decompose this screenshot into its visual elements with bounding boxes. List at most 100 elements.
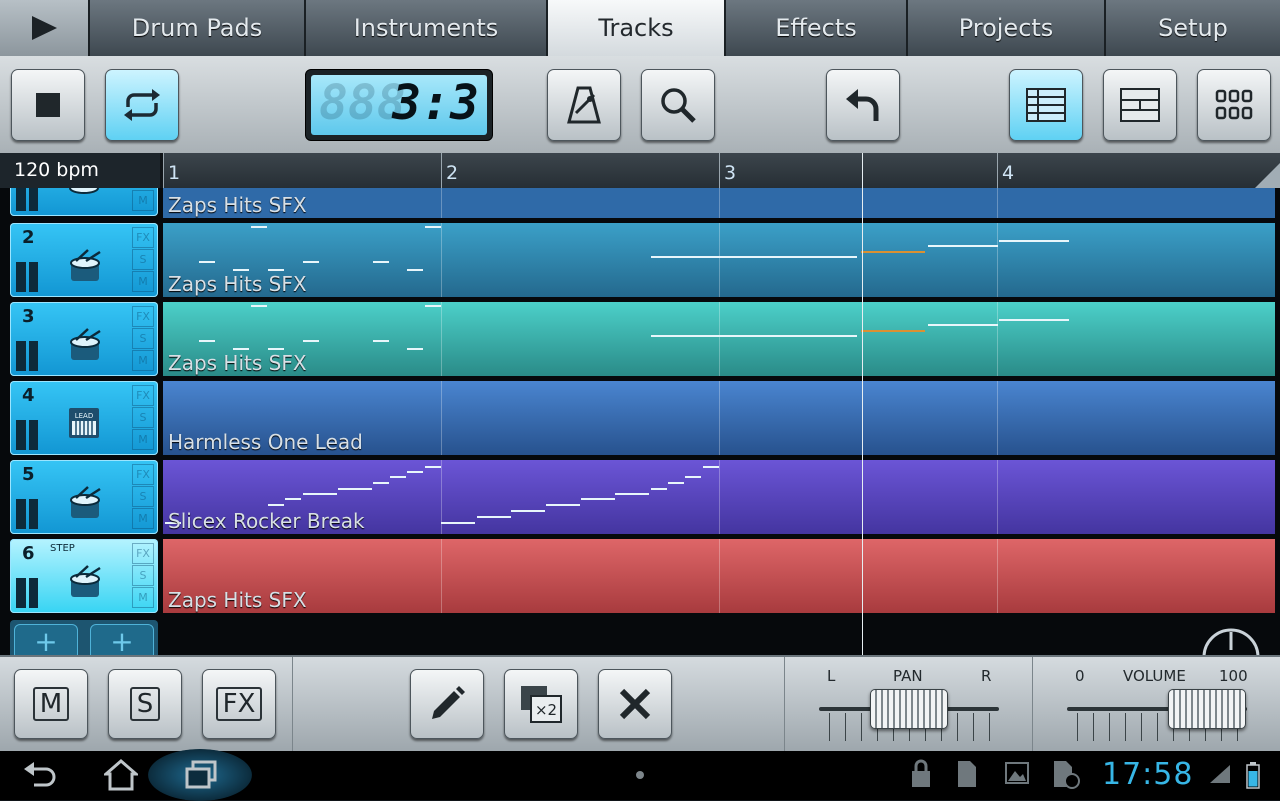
- track-clip[interactable]: Zaps Hits SFX: [163, 539, 1275, 613]
- tab-drum-pads[interactable]: Drum Pads: [90, 0, 306, 56]
- track-header[interactable]: 5 FX S M: [10, 460, 158, 534]
- tab-tracks[interactable]: Tracks: [548, 0, 726, 56]
- track-clip[interactable]: Zaps Hits SFX: [163, 188, 1275, 218]
- pan-left-label: L: [827, 667, 836, 685]
- volume-title: VOLUME: [1123, 667, 1186, 685]
- fx-flag[interactable]: FX: [132, 306, 154, 327]
- undo-button[interactable]: [826, 69, 900, 141]
- bar-line: [441, 153, 442, 190]
- loop-button[interactable]: [105, 69, 179, 141]
- split-view-icon: [1120, 88, 1160, 122]
- scroll-knob-icon[interactable]: [1200, 626, 1262, 655]
- mute-button[interactable]: M: [14, 669, 88, 739]
- stop-button[interactable]: [11, 69, 85, 141]
- fx-flag[interactable]: FX: [132, 464, 154, 485]
- system-nav-bar: 17:58: [0, 749, 1280, 801]
- tab-effects[interactable]: Effects: [726, 0, 908, 56]
- zoom-button[interactable]: [641, 69, 715, 141]
- fx-button[interactable]: FX: [202, 669, 276, 739]
- view-playlist-button[interactable]: [1009, 69, 1083, 141]
- volume-max-label: 100: [1219, 667, 1248, 685]
- clip-name: Harmless One Lead: [168, 430, 363, 454]
- fx-flag[interactable]: FX: [132, 385, 154, 406]
- drum-icon: [69, 188, 99, 194]
- mute-flag[interactable]: M: [132, 508, 154, 529]
- track-number: 5: [22, 464, 35, 485]
- add-track-row: + +: [10, 620, 158, 655]
- solo-flag[interactable]: S: [132, 565, 154, 586]
- add-pattern-button[interactable]: +: [90, 624, 154, 655]
- pan-slider-knob[interactable]: [870, 689, 948, 729]
- recent-apps-icon[interactable]: [184, 759, 218, 791]
- lead-icon-label: LEAD: [75, 412, 94, 420]
- add-track-button[interactable]: +: [14, 624, 78, 655]
- metronome-icon: [567, 86, 601, 124]
- sd-card-icon: [958, 761, 976, 787]
- track-header[interactable]: 6 STEP FX S M: [10, 539, 158, 613]
- mixer-flag[interactable]: M: [132, 190, 154, 211]
- fx-flag[interactable]: FX: [132, 227, 154, 248]
- home-icon[interactable]: [104, 759, 138, 791]
- menu-dot[interactable]: [636, 771, 644, 779]
- track-number: 3: [22, 306, 35, 327]
- view-grid-button[interactable]: [1197, 69, 1271, 141]
- level-meter: [16, 188, 38, 211]
- timeline-ruler[interactable]: 1 2 3 4: [163, 153, 1280, 190]
- undo-icon: [846, 89, 879, 121]
- track-header[interactable]: 3 FX S M: [10, 302, 158, 376]
- pan-right-label: R: [981, 667, 992, 685]
- pan-title: PAN: [893, 667, 923, 685]
- volume-min-label: 0: [1075, 667, 1085, 685]
- tab-instruments[interactable]: Instruments: [306, 0, 548, 56]
- drum-icon: [70, 565, 101, 597]
- tab-projects[interactable]: Projects: [908, 0, 1106, 56]
- tempo-display[interactable]: 120 bpm: [0, 153, 160, 188]
- solo-flag[interactable]: S: [132, 249, 154, 270]
- drum-icon: [70, 328, 101, 360]
- back-icon[interactable]: [22, 759, 58, 791]
- tab-setup[interactable]: Setup: [1106, 0, 1280, 56]
- duplicate-icon: ×2: [521, 686, 562, 723]
- clip-name: Zaps Hits SFX: [168, 272, 307, 296]
- fx-flag[interactable]: FX: [132, 543, 154, 564]
- mute-flag[interactable]: M: [132, 271, 154, 292]
- delete-button[interactable]: [598, 669, 672, 739]
- clip-name: Zaps Hits SFX: [168, 193, 307, 217]
- playhead[interactable]: [862, 153, 863, 655]
- track-clip[interactable]: Zaps Hits SFX: [163, 223, 1275, 297]
- keyboard-icon: LEAD: [69, 408, 99, 438]
- mute-flag[interactable]: M: [132, 350, 154, 371]
- signal-icon: [1210, 765, 1230, 783]
- duplicate-button[interactable]: ×2: [504, 669, 578, 739]
- drum-icon: [70, 486, 101, 518]
- edit-button[interactable]: [410, 669, 484, 739]
- track-header[interactable]: 2 FX S M: [10, 223, 158, 297]
- track-clip[interactable]: Zaps Hits SFX: [163, 302, 1275, 376]
- magnifier-icon: [661, 88, 696, 123]
- track-clip[interactable]: Slicex Rocker Break: [163, 460, 1275, 534]
- view-mixer-button[interactable]: [1103, 69, 1177, 141]
- solo-flag[interactable]: S: [132, 407, 154, 428]
- lock-icon: [912, 759, 930, 787]
- track-header[interactable]: 4 LEAD FX S M: [10, 381, 158, 455]
- volume-slider-knob[interactable]: [1168, 689, 1247, 729]
- bottom-toolbar: M S FX ×2 L PAN R 0 VOLUME 100: [0, 655, 1280, 753]
- track-list-icon: [1026, 88, 1066, 122]
- metronome-button[interactable]: [547, 69, 621, 141]
- solo-button[interactable]: S: [108, 669, 182, 739]
- play-icon: [32, 16, 57, 40]
- mute-flag[interactable]: M: [132, 429, 154, 450]
- solo-flag[interactable]: S: [132, 486, 154, 507]
- bar-line: [997, 153, 998, 190]
- solo-label: S: [129, 687, 161, 721]
- level-meter: [16, 262, 38, 292]
- fx-label: FX: [215, 687, 263, 721]
- solo-flag[interactable]: S: [132, 328, 154, 349]
- track-header[interactable]: M: [10, 188, 158, 216]
- level-meter: [16, 420, 38, 450]
- mute-flag[interactable]: M: [132, 587, 154, 608]
- loop-icon: [124, 89, 160, 121]
- track-clip[interactable]: Harmless One Lead: [163, 381, 1275, 455]
- play-button[interactable]: [0, 0, 90, 56]
- level-meter: [16, 341, 38, 371]
